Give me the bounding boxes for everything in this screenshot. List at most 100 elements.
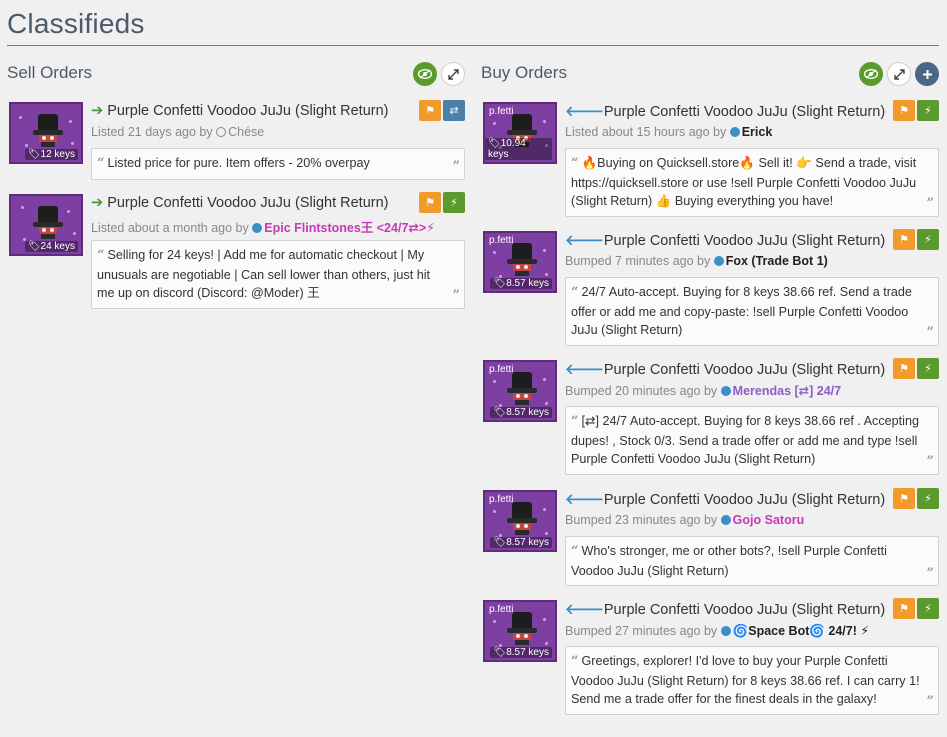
tag-icon: 🏷 [27,241,41,252]
eye-icon[interactable] [413,62,437,86]
particle [543,508,546,511]
particle [543,618,546,621]
quote-close-icon: ” [926,694,934,709]
buy-orders-title: Buy Orders [481,63,567,82]
quote-close-icon: ” [926,196,934,211]
username[interactable]: 🌀Space Bot🌀 24/7! ⚡ [733,624,869,638]
particle [71,142,74,145]
flag-icon[interactable]: ⚑ [893,598,915,619]
particle [493,510,496,513]
flag-icon[interactable]: ⚑ [893,229,915,250]
lightning-icon[interactable]: ⚡ [443,192,465,213]
item-thumbnail[interactable]: p.fetti 🏷8.57 keys [483,490,557,552]
buy-orders-column: Buy Orders p.fetti 🏷10.94 keys 🡐Purple C… [481,58,939,715]
listing-title[interactable]: ➔ Purple Confetti Voodoo JuJu (Slight Re… [91,103,389,119]
username[interactable]: Gojo Satoru [733,513,805,527]
quote-close-icon: ” [926,565,934,581]
listing-actions: ⚑ ⚡ [893,488,939,509]
title-divider [7,45,939,46]
quote-open-icon: “ [571,285,579,300]
swap-icon[interactable]: ⇄ [443,100,465,121]
listing-title[interactable]: 🡐Purple Confetti Voodoo JuJu (Slight Ret… [565,103,885,120]
item-thumbnail[interactable]: 🏷12 keys [9,102,83,164]
buy-listing: p.fetti 🏷10.94 keys 🡐Purple Confetti Voo… [481,100,939,217]
tag-icon: 🏷 [488,138,501,149]
buy-listing: p.fetti 🏷8.57 keys 🡐Purple Confetti Vood… [481,598,939,715]
flag-icon[interactable]: ⚑ [893,488,915,509]
hat-icon [507,243,537,276]
listing-comment: “🔥Buying on Quicksell.store🔥 Sell it! 👉 … [565,148,939,217]
price-tag: 🏷8.57 keys [490,407,552,418]
expand-icon[interactable] [887,62,911,86]
eye-icon[interactable] [859,62,883,86]
particle [493,251,496,254]
item-thumbnail[interactable]: p.fetti 🏷8.57 keys [483,360,557,422]
sell-listing: 🏷24 keys ➔ Purple Confetti Voodoo JuJu (… [7,192,465,309]
particle [545,532,548,535]
listing-meta: Bumped 20 minutes ago by Merendas [⇄] 24… [565,384,842,398]
listing-title[interactable]: ➔ Purple Confetti Voodoo JuJu (Slight Re… [91,195,389,211]
username[interactable]: Chése [228,125,264,139]
lightning-icon[interactable]: ⚡ [917,358,939,379]
particle [19,116,22,119]
flag-icon[interactable]: ⚑ [419,100,441,121]
flag-icon[interactable]: ⚑ [893,358,915,379]
username[interactable]: Fox (Trade Bot 1) [726,254,828,268]
quote-close-icon: ” [926,325,934,340]
tag-icon: 🏷 [493,278,507,289]
arrow-left-icon: 🡐 [565,362,604,378]
quote-open-icon: “ [571,654,579,669]
hat-icon [507,502,537,535]
quote-open-icon: “ [97,248,105,263]
hat-icon [507,372,537,405]
particle [25,144,28,147]
listing-actions: ⚑ ⇄ [419,100,465,121]
username[interactable]: Erick [742,125,773,139]
listing-actions: ⚑ ⚡ [893,100,939,121]
item-thumbnail[interactable]: p.fetti 🏷8.57 keys [483,231,557,293]
buy-listing: p.fetti 🏷8.57 keys 🡐Purple Confetti Vood… [481,358,939,475]
hat-icon [33,206,63,239]
flag-icon[interactable]: ⚑ [419,192,441,213]
tag-icon: 🏷 [493,647,507,658]
status-dot [720,515,731,525]
expand-icon[interactable] [441,62,465,86]
listing-comment: “Selling for 24 keys! | Add me for autom… [91,240,465,309]
lightning-icon[interactable]: ⚡ [917,488,939,509]
listing-comment: “Listed price for pure. Item offers - 20… [91,148,465,180]
quote-close-icon: ” [452,288,460,303]
quote-open-icon: “ [571,156,579,171]
particle [73,232,76,235]
sell-listing: 🏷12 keys ➔ Purple Confetti Voodoo JuJu (… [7,100,465,180]
item-thumbnail[interactable]: p.fetti 🏷10.94 keys [483,102,557,164]
arrow-left-icon: 🡐 [565,492,604,508]
item-thumbnail[interactable]: p.fetti 🏷8.57 keys [483,600,557,662]
particle [67,210,70,213]
price-tag: 🏷8.57 keys [490,537,552,548]
price-tag: 🏷12 keys [24,149,78,160]
arrow-left-icon: 🡐 [565,233,604,249]
tag-icon: 🏷 [493,537,507,548]
listing-title[interactable]: 🡐Purple Confetti Voodoo JuJu (Slight Ret… [565,601,885,618]
lightning-icon[interactable]: ⚡ [917,598,939,619]
listing-meta: Listed 21 days ago by Chése [91,125,265,139]
particle [543,249,546,252]
particle [543,120,546,123]
listing-title[interactable]: 🡐Purple Confetti Voodoo JuJu (Slight Ret… [565,361,885,378]
tag-icon: 🏷 [493,407,507,418]
quote-open-icon: “ [97,156,105,171]
status-dot [216,127,227,137]
lightning-icon[interactable]: ⚡ [917,229,939,250]
plus-icon[interactable] [915,62,939,86]
flag-icon[interactable]: ⚑ [893,100,915,121]
username[interactable]: Epic Flintstones王 <24/7⇄>⚡ [264,221,435,235]
username[interactable]: Merendas [⇄] 24/7 [733,384,841,398]
arrow-left-icon: 🡐 [565,602,604,618]
item-thumbnail[interactable]: 🏷24 keys [9,194,83,256]
listing-title[interactable]: 🡐Purple Confetti Voodoo JuJu (Slight Ret… [565,232,885,249]
price-tag: 🏷8.57 keys [490,278,552,289]
lightning-icon[interactable]: ⚡ [917,100,939,121]
listing-title[interactable]: 🡐Purple Confetti Voodoo JuJu (Slight Ret… [565,491,885,508]
hat-icon [507,612,537,645]
quote-open-icon: “ [571,414,579,429]
